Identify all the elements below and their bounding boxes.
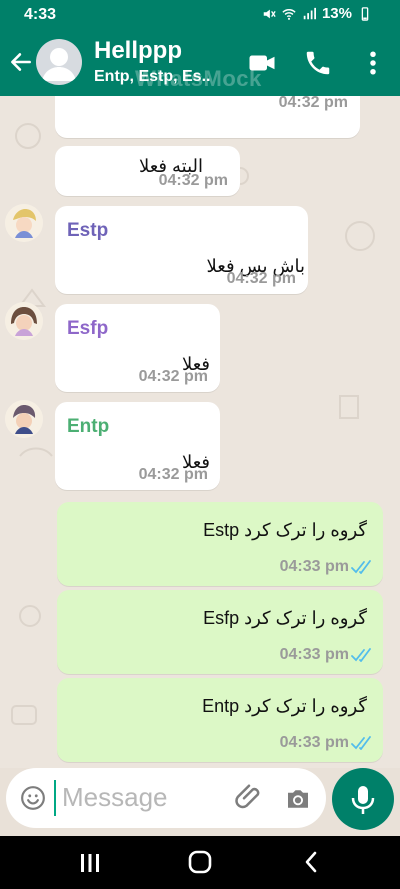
message-bubble[interactable]: Estp باش بس فعلا 04:32 pm [55,206,308,294]
text-cursor [54,780,56,816]
system-nav-bar [0,836,400,889]
message-bubble[interactable]: 04:32 pm [55,96,360,138]
double-check-icon [351,736,371,750]
paperclip-icon[interactable] [234,782,264,812]
message-bubble-outgoing[interactable]: گروه را ترک کرد Estp 04:33 pm [57,502,383,586]
double-check-icon [351,560,371,574]
battery-icon [361,6,369,21]
watermark: WhatsMock [135,66,262,91]
message-bubble-outgoing[interactable]: گروه را ترک کرد Entp 04:33 pm [57,678,383,762]
more-vertical-icon[interactable] [358,48,388,78]
avatar-image [5,400,43,438]
message-input[interactable]: Message [62,782,168,813]
message-time: 04:32 pm [278,96,348,111]
double-check-icon [351,648,371,662]
back-icon[interactable] [300,850,324,874]
status-bar: 4:33 13% [0,0,400,30]
video-camera-icon[interactable] [247,48,277,78]
message-bubble-outgoing[interactable]: گروه را ترک کرد Esfp 04:33 pm [57,590,383,674]
arrow-left-icon[interactable] [8,49,34,75]
avatar-image [5,302,43,340]
phone-icon[interactable] [303,48,333,78]
message-time: 04:32 pm [138,368,208,385]
avatar-image [5,204,43,242]
chat-title[interactable]: Hellppp [94,37,182,65]
person-icon [42,48,76,81]
avatar[interactable] [5,400,43,438]
message-text: گروه را ترک کرد Esfp [203,608,367,628]
status-time: 4:33 [24,6,57,23]
message-text: گروه را ترک کرد Estp [203,520,367,540]
message-bubble[interactable]: Entp فعلا 04:32 pm [55,402,220,490]
message-time: 04:33 pm [279,558,349,575]
mute-icon [263,9,276,18]
home-icon[interactable] [187,849,213,875]
message-text: گروه را ترک کرد Entp [202,696,367,716]
chat-header: Hellppp Entp, Estp, Es.. WhatsMock [0,30,400,96]
group-avatar[interactable] [36,39,82,85]
sender-name[interactable]: Estp [67,220,108,242]
battery-percent: 13% [321,5,352,22]
message-bubble[interactable]: Esfp فعلا 04:32 pm [55,304,220,392]
message-time: 04:32 pm [138,466,208,483]
status-icons: 13% [262,5,372,22]
sender-name[interactable]: Esfp [67,318,108,340]
message-time: 04:32 pm [226,270,296,287]
recent-apps-icon[interactable] [78,851,102,875]
message-time: 04:32 pm [158,172,228,189]
microphone-icon [351,786,375,814]
emoji-icon[interactable] [20,785,46,811]
wifi-icon [282,8,296,20]
message-time: 04:33 pm [279,646,349,663]
chat-area: 04:32 pm البته فعلا 04:32 pm Estp باش بس… [0,96,400,768]
microphone-button[interactable] [332,768,394,830]
message-bubble[interactable]: البته فعلا 04:32 pm [55,146,240,196]
message-composer[interactable]: Message [6,768,326,828]
camera-icon[interactable] [283,784,313,814]
signal-icon [303,7,316,19]
sender-name[interactable]: Entp [67,416,109,438]
message-time: 04:33 pm [279,734,349,751]
avatar[interactable] [5,204,43,242]
avatar[interactable] [5,302,43,340]
